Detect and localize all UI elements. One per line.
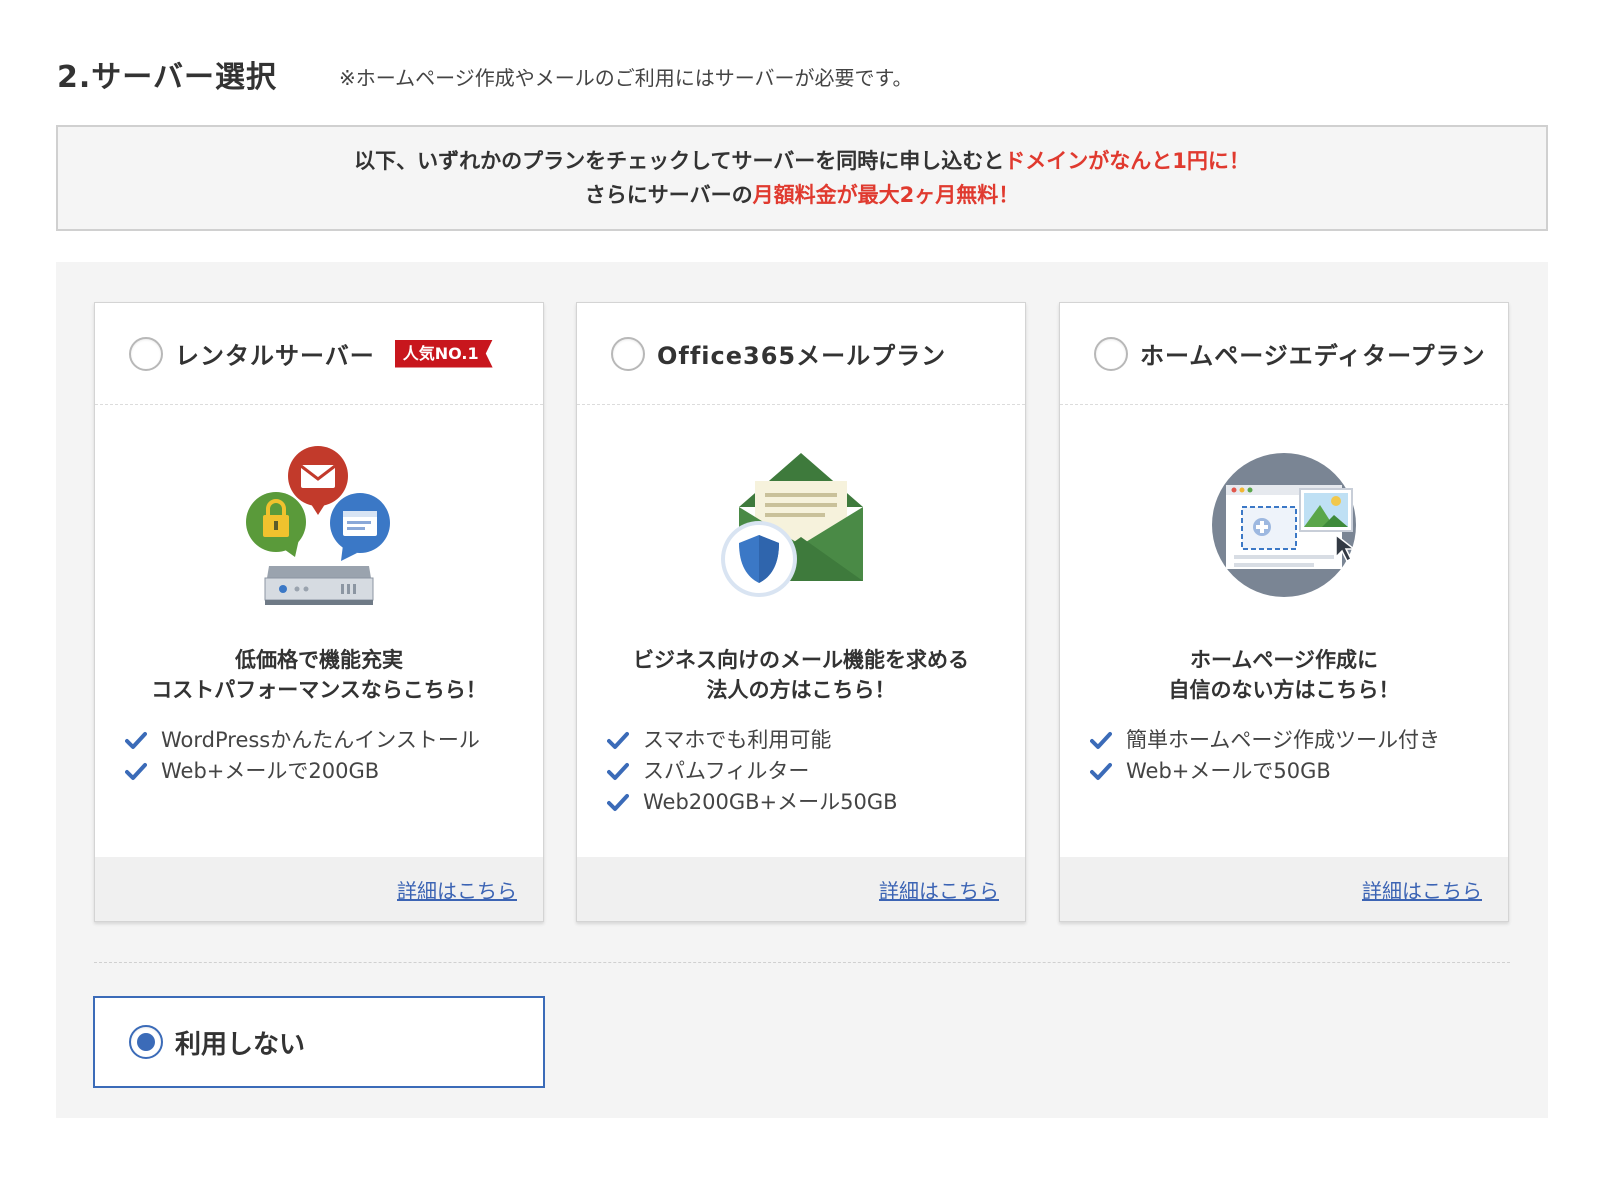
plan-description-line-1: ビジネス向けのメール機能を求める <box>633 648 969 672</box>
plan-description: ビジネス向けのメール機能を求める 法人の方はこちら！ <box>577 645 1025 705</box>
campaign-line-1-text: 以下、いずれかのプランをチェックしてサーバーを同時に申し込むと <box>354 149 1005 173</box>
plan-card-header[interactable]: Office365メールプラン <box>577 303 1025 405</box>
campaign-line-2-highlight: 月額料金が最大2ヶ月無料！ <box>752 183 1020 207</box>
plan-card-office365[interactable]: Office365メールプラン ビジネス向けのメール機能を求める 法人の方はこち… <box>576 302 1026 922</box>
homepage-editor-icon <box>1060 441 1508 611</box>
plan-description-line-2: 自信のない方はこちら！ <box>1168 678 1400 702</box>
feature-list: WordPressかんたんインストール Web+メールで200GB <box>125 725 533 787</box>
plan-description-line-1: ホームページ作成に <box>1190 648 1378 672</box>
check-icon <box>607 762 629 780</box>
detail-link[interactable]: 詳細はこちら <box>397 875 517 904</box>
check-icon <box>125 731 147 749</box>
plan-selection-area: レンタルサーバー 人気NO.1 低価格で機能充実 コストパフォーマンスならこちら… <box>56 262 1548 1118</box>
check-icon <box>607 731 629 749</box>
no-server-label: 利用しない <box>175 1029 306 1060</box>
popular-badge: 人気NO.1 <box>394 339 493 368</box>
section-header: 2.サーバー選択 ※ホームページ作成やメールのご利用にはサーバーが必要です。 <box>57 52 913 96</box>
server-network-icon <box>95 441 543 611</box>
feature-item: Web+メールで200GB <box>125 756 533 787</box>
feature-list: スマホでも利用可能 スパムフィルター Web200GB+メール50GB <box>607 725 1015 818</box>
feature-item: スパムフィルター <box>607 756 1015 787</box>
plan-description-line-2: 法人の方はこちら！ <box>706 678 896 702</box>
plan-name: Office365メールプラン <box>657 342 947 370</box>
plan-card-homepage-editor[interactable]: ホームページエディタープラン ホームページ作成に 自信のない方はこちら！ 簡単ホ… <box>1059 302 1509 922</box>
feature-item: Web200GB+メール50GB <box>607 787 1015 818</box>
feature-text: Web200GB+メール50GB <box>643 790 898 814</box>
plan-description: 低価格で機能充実 コストパフォーマンスならこちら！ <box>95 645 543 705</box>
campaign-line-2: さらにサーバーの月額料金が最大2ヶ月無料！ <box>585 178 1019 212</box>
feature-item: WordPressかんたんインストール <box>125 725 533 756</box>
secure-mail-icon <box>577 441 1025 611</box>
plan-card-footer: 詳細はこちら <box>95 857 543 921</box>
check-icon <box>1090 762 1112 780</box>
feature-text: Web+メールで200GB <box>161 759 380 783</box>
feature-item: スマホでも利用可能 <box>607 725 1015 756</box>
plan-description-line-2: コストパフォーマンスならこちら！ <box>151 678 487 702</box>
plan-card-footer: 詳細はこちら <box>577 857 1025 921</box>
feature-text: WordPressかんたんインストール <box>161 728 480 752</box>
no-server-radio[interactable] <box>129 1025 163 1059</box>
detail-link[interactable]: 詳細はこちら <box>879 875 999 904</box>
section-title: 2.サーバー選択 <box>57 60 277 95</box>
campaign-line-2-text: さらにサーバーの <box>584 183 753 207</box>
campaign-line-1: 以下、いずれかのプランをチェックしてサーバーを同時に申し込むとドメインがなんと1… <box>354 144 1250 178</box>
plan-card-header[interactable]: ホームページエディタープラン <box>1060 303 1508 405</box>
detail-link[interactable]: 詳細はこちら <box>1362 875 1482 904</box>
plan-card-rental-server[interactable]: レンタルサーバー 人気NO.1 低価格で機能充実 コストパフォーマンスならこちら… <box>94 302 544 922</box>
plan-description: ホームページ作成に 自信のない方はこちら！ <box>1060 645 1508 705</box>
plan-radio-homepage-editor[interactable] <box>1094 336 1128 371</box>
feature-text: スマホでも利用可能 <box>643 728 832 752</box>
feature-item: 簡単ホームページ作成ツール付き <box>1090 725 1498 756</box>
plan-name: レンタルサーバー <box>175 342 375 370</box>
check-icon <box>125 762 147 780</box>
plan-radio-rental-server[interactable] <box>129 336 163 371</box>
plan-radio-office365[interactable] <box>611 336 645 371</box>
plan-name: ホームページエディタープラン <box>1140 342 1486 370</box>
plan-card-footer: 詳細はこちら <box>1060 857 1508 921</box>
campaign-notice: 以下、いずれかのプランをチェックしてサーバーを同時に申し込むとドメインがなんと1… <box>56 125 1548 231</box>
divider <box>94 962 1510 963</box>
feature-text: 簡単ホームページ作成ツール付き <box>1126 728 1440 752</box>
feature-item: Web+メールで50GB <box>1090 756 1498 787</box>
feature-text: Web+メールで50GB <box>1126 759 1331 783</box>
feature-text: スパムフィルター <box>643 759 810 783</box>
section-note: ※ホームページ作成やメールのご利用にはサーバーが必要です。 <box>338 65 913 90</box>
no-server-option[interactable]: 利用しない <box>93 996 545 1088</box>
check-icon <box>1090 731 1112 749</box>
campaign-line-1-highlight: ドメインがなんと1円に！ <box>1004 149 1250 173</box>
check-icon <box>607 793 629 811</box>
feature-list: 簡単ホームページ作成ツール付き Web+メールで50GB <box>1090 725 1498 787</box>
plan-card-header[interactable]: レンタルサーバー 人気NO.1 <box>95 303 543 405</box>
plan-description-line-1: 低価格で機能充実 <box>235 648 403 672</box>
